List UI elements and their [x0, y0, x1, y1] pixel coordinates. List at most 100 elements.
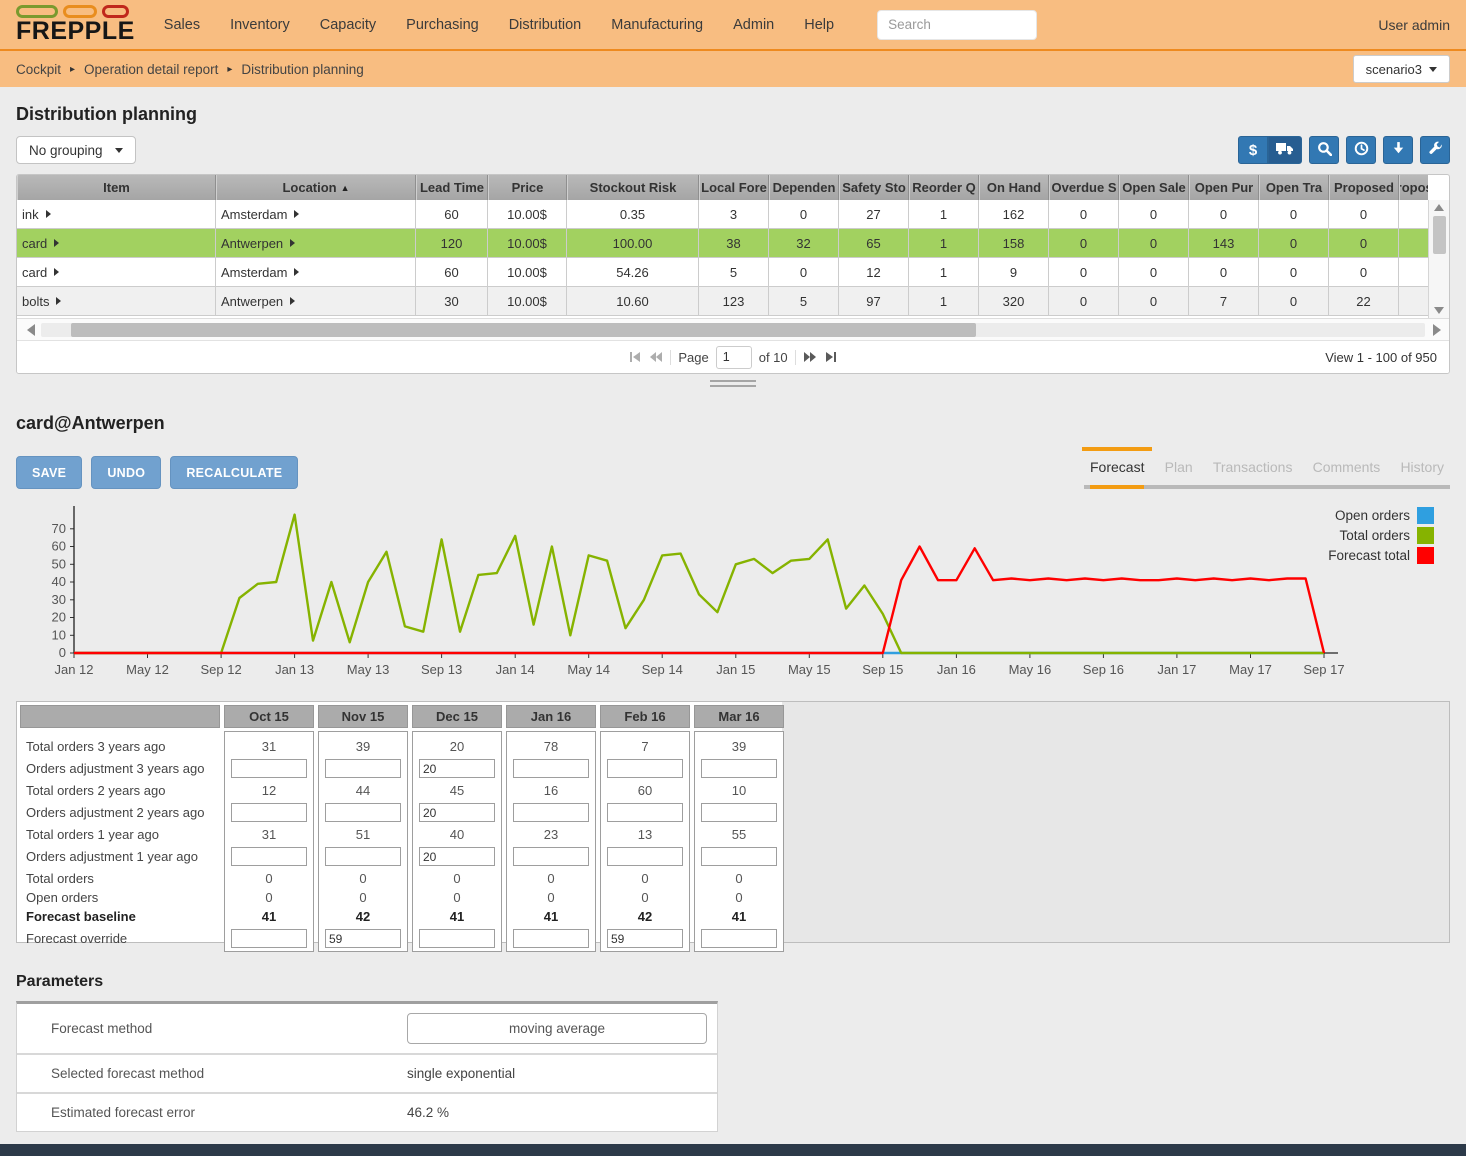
forecast-input[interactable] [419, 803, 495, 822]
menu-item-help[interactable]: Help [789, 9, 849, 41]
item-drilldown-icon[interactable] [56, 297, 61, 305]
tab-comments[interactable]: Comments [1313, 459, 1381, 489]
forecast-input[interactable] [607, 929, 683, 948]
breadcrumb-item[interactable]: Distribution planning [241, 62, 363, 77]
item-cell[interactable]: card [17, 258, 216, 286]
forecast-input[interactable] [231, 929, 307, 948]
location-cell[interactable]: Amsterdam [216, 200, 416, 228]
tab-forecast[interactable]: Forecast [1090, 459, 1144, 489]
location-cell[interactable]: Antwerpen [216, 229, 416, 257]
forecast-input[interactable] [513, 847, 589, 866]
column-header-location[interactable]: Location▲ [216, 175, 416, 200]
scroll-left-icon[interactable] [27, 324, 35, 336]
forecast-input[interactable] [701, 929, 777, 948]
forecast-input[interactable] [701, 803, 777, 822]
location-drilldown-icon[interactable] [294, 268, 299, 276]
column-header-open-pur[interactable]: Open Pur [1189, 175, 1259, 200]
menu-item-sales[interactable]: Sales [149, 9, 215, 41]
location-cell[interactable]: Antwerpen [216, 287, 416, 315]
recalculate-button[interactable]: RECALCULATE [170, 456, 298, 489]
table-row[interactable]: boltsAntwerpen3010.00$10.601235971320007… [17, 287, 1428, 316]
column-header-on-hand[interactable]: On Hand [979, 175, 1049, 200]
forecast-input[interactable] [325, 929, 401, 948]
location-drilldown-icon[interactable] [290, 239, 295, 247]
column-header-open-tra[interactable]: Open Tra [1259, 175, 1329, 200]
first-page-icon[interactable] [629, 351, 642, 363]
customize-button[interactable] [1420, 136, 1450, 164]
search-input[interactable] [877, 10, 1037, 40]
forecast-input[interactable] [325, 847, 401, 866]
forecast-input[interactable] [419, 847, 495, 866]
location-drilldown-icon[interactable] [290, 297, 295, 305]
item-drilldown-icon[interactable] [54, 239, 59, 247]
column-header-proposed[interactable]: Proposed [1329, 175, 1399, 200]
column-header-price[interactable]: Price [488, 175, 567, 200]
menu-item-distribution[interactable]: Distribution [494, 9, 597, 41]
next-page-icon[interactable] [803, 351, 817, 363]
item-cell[interactable]: card [17, 229, 216, 257]
menu-item-purchasing[interactable]: Purchasing [391, 9, 494, 41]
forecast-input[interactable] [325, 759, 401, 778]
item-drilldown-icon[interactable] [54, 268, 59, 276]
export-button[interactable] [1383, 136, 1413, 164]
forecast-input[interactable] [607, 847, 683, 866]
forecast-input[interactable] [419, 929, 495, 948]
forecast-input[interactable] [607, 759, 683, 778]
user-menu[interactable]: User admin [1378, 17, 1450, 33]
quantity-truck-button[interactable] [1268, 136, 1302, 164]
forecast-input[interactable] [513, 759, 589, 778]
table-row[interactable]: cardAmsterdam6010.00$54.2650121900000 [17, 258, 1428, 287]
forecast-input[interactable] [513, 803, 589, 822]
forecast-method-button[interactable]: moving average [407, 1013, 707, 1044]
forecast-input[interactable] [231, 847, 307, 866]
tab-plan[interactable]: Plan [1165, 459, 1193, 489]
menu-item-capacity[interactable]: Capacity [305, 9, 391, 41]
horizontal-scroll-thumb[interactable] [71, 323, 976, 337]
last-page-icon[interactable] [824, 351, 837, 363]
table-row[interactable]: cardAntwerpen12010.00$100.00383265115800… [17, 229, 1428, 258]
horizontal-scroll-track[interactable] [41, 323, 1425, 337]
vertical-scroll-thumb[interactable] [1433, 216, 1446, 254]
vertical-scrollbar[interactable] [1428, 200, 1449, 318]
location-drilldown-icon[interactable] [294, 210, 299, 218]
column-header-safety-sto[interactable]: Safety Sto [839, 175, 909, 200]
horizontal-scrollbar[interactable] [17, 318, 1449, 340]
forecast-input[interactable] [325, 803, 401, 822]
table-row[interactable]: inkAmsterdam6010.00$0.353027116200000 [17, 200, 1428, 229]
item-drilldown-icon[interactable] [46, 210, 51, 218]
column-header-stockout-risk[interactable]: Stockout Risk [567, 175, 699, 200]
tab-history[interactable]: History [1400, 459, 1444, 489]
currency-button[interactable]: $ [1238, 136, 1268, 164]
menu-item-manufacturing[interactable]: Manufacturing [596, 9, 718, 41]
forecast-input[interactable] [419, 759, 495, 778]
breadcrumb-item[interactable]: Operation detail report [84, 62, 218, 77]
menu-item-inventory[interactable]: Inventory [215, 9, 305, 41]
prev-page-icon[interactable] [649, 351, 663, 363]
scenario-selector[interactable]: scenario3 [1353, 55, 1450, 83]
column-header-overdue-s[interactable]: Overdue S [1049, 175, 1119, 200]
forecast-input[interactable] [231, 759, 307, 778]
column-header-propose[interactable]: Propose [1399, 175, 1428, 200]
scroll-up-icon[interactable] [1434, 204, 1444, 211]
column-header-dependen[interactable]: Dependen [769, 175, 839, 200]
undo-button[interactable]: UNDO [91, 456, 161, 489]
breadcrumb-item[interactable]: Cockpit [16, 62, 61, 77]
search-button[interactable] [1309, 136, 1339, 164]
time-buckets-button[interactable] [1346, 136, 1376, 164]
column-header-item[interactable]: Item [17, 175, 216, 200]
forecast-input[interactable] [701, 847, 777, 866]
tab-transactions[interactable]: Transactions [1213, 459, 1293, 489]
frepple-logo[interactable]: FREPPLE [16, 5, 135, 44]
save-button[interactable]: SAVE [16, 456, 82, 489]
location-cell[interactable]: Amsterdam [216, 258, 416, 286]
forecast-input[interactable] [607, 803, 683, 822]
item-cell[interactable]: ink [17, 200, 216, 228]
column-header-lead-time[interactable]: Lead Time [416, 175, 488, 200]
column-header-open-sale[interactable]: Open Sale [1119, 175, 1189, 200]
forecast-input[interactable] [231, 803, 307, 822]
forecast-input[interactable] [701, 759, 777, 778]
scroll-down-icon[interactable] [1434, 307, 1444, 314]
column-header-reorder-q[interactable]: Reorder Q [909, 175, 979, 200]
forecast-input[interactable] [513, 929, 589, 948]
column-header-local-fore[interactable]: Local Fore [699, 175, 769, 200]
